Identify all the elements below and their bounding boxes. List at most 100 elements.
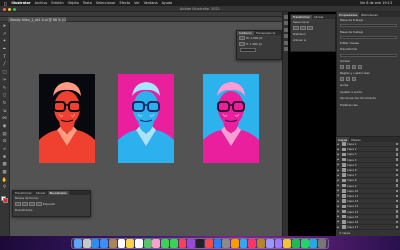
photoshop-icon[interactable] xyxy=(239,239,248,248)
menu-item-edit[interactable]: Edición xyxy=(51,1,63,5)
news-icon[interactable] xyxy=(204,239,213,248)
bridge-icon[interactable] xyxy=(257,239,265,248)
pen-icon[interactable]: ✒ xyxy=(2,47,8,53)
artboard-field[interactable] xyxy=(340,35,397,39)
eyedropper-icon[interactable]: ⊡ xyxy=(2,139,8,145)
podcasts-icon[interactable] xyxy=(187,239,196,248)
brushes-panel-icon[interactable] xyxy=(284,27,288,32)
rectangle-icon[interactable]: □ xyxy=(2,70,8,76)
unite-button[interactable] xyxy=(15,202,21,206)
visibility-eye-icon[interactable]: ◉ xyxy=(336,158,340,161)
visibility-eye-icon[interactable]: ◉ xyxy=(336,226,340,229)
tab-libraries[interactable]: Bibliotecas xyxy=(359,12,379,17)
messages-icon[interactable] xyxy=(161,239,170,248)
expand-button[interactable]: Expandir xyxy=(43,202,55,206)
safari-icon[interactable] xyxy=(91,239,100,248)
artboard-1[interactable] xyxy=(39,74,95,163)
menu-item-select[interactable]: Seleccionar xyxy=(96,1,116,5)
color-panel-icon[interactable] xyxy=(284,14,288,19)
music-icon[interactable] xyxy=(178,239,187,248)
line-icon[interactable]: ╱ xyxy=(2,62,8,68)
visibility-eye-icon[interactable]: ◉ xyxy=(336,184,340,187)
layer-target-icon[interactable] xyxy=(395,225,398,229)
layer-target-icon[interactable] xyxy=(395,179,398,182)
eraser-icon[interactable]: ▯ xyxy=(2,93,8,99)
pencil-icon[interactable]: ✎ xyxy=(2,86,8,92)
rotate-icon[interactable]: ↻ xyxy=(2,101,8,107)
facetime-icon[interactable] xyxy=(169,239,178,248)
brush-icon[interactable]: ✑ xyxy=(2,78,8,84)
maps-icon[interactable] xyxy=(143,239,152,248)
visibility-eye-icon[interactable]: ◉ xyxy=(336,200,340,203)
tab-transform[interactable]: Transformar xyxy=(13,191,34,195)
mail-icon[interactable] xyxy=(100,239,108,248)
menu-item-window[interactable]: Ventana xyxy=(144,1,158,5)
direct-selection-icon[interactable]: ↗ xyxy=(2,32,8,38)
artboard-select[interactable] xyxy=(340,24,397,28)
layer-target-icon[interactable] xyxy=(395,194,398,198)
artboard-icon[interactable]: ▦ xyxy=(2,170,8,176)
indesign-icon[interactable] xyxy=(248,239,257,248)
premiere-icon[interactable] xyxy=(274,239,283,248)
width-icon[interactable]: ⋈ xyxy=(2,116,8,122)
symbols-panel-icon[interactable] xyxy=(284,34,288,38)
shape-builder-icon[interactable]: ◉ xyxy=(2,124,8,130)
layer-target-icon[interactable] xyxy=(395,163,398,167)
gradient-icon[interactable]: ▤ xyxy=(2,132,8,138)
layer-target-icon[interactable] xyxy=(395,148,398,151)
tab-transform[interactable]: Transformar xyxy=(291,15,312,19)
menu-item-view[interactable]: Ver xyxy=(134,1,140,5)
layer-target-icon[interactable] xyxy=(395,173,398,177)
tab-pathfinder[interactable]: Buscatrazos xyxy=(47,191,69,195)
layer-target-icon[interactable] xyxy=(395,215,398,218)
symbol-icon[interactable]: ❀ xyxy=(2,155,8,161)
intersect-button[interactable] xyxy=(29,202,35,206)
notes-icon[interactable] xyxy=(126,239,135,248)
exclude-button[interactable] xyxy=(36,202,42,206)
transform-field[interactable] xyxy=(340,53,397,57)
preferences-button[interactable]: Preferencias xyxy=(337,101,400,107)
visibility-eye-icon[interactable]: ◉ xyxy=(336,205,340,208)
layer-target-icon[interactable] xyxy=(395,142,398,146)
align-center-button[interactable] xyxy=(300,26,306,30)
layer-target-icon[interactable] xyxy=(395,184,398,187)
illustrator-icon[interactable] xyxy=(230,239,239,248)
preferences-icon[interactable] xyxy=(222,239,231,248)
layer-target-icon[interactable] xyxy=(395,158,398,161)
contacts-icon[interactable] xyxy=(108,239,117,248)
tab-stroke[interactable]: Contorno xyxy=(237,31,254,35)
apple-icon[interactable]:  xyxy=(4,1,6,6)
type-icon[interactable]: T xyxy=(2,55,8,61)
menu-item-object[interactable]: Objeto xyxy=(68,1,79,5)
minus-front-button[interactable] xyxy=(22,202,28,206)
visibility-eye-icon[interactable]: ◉ xyxy=(336,143,340,146)
grid-icon[interactable] xyxy=(346,77,350,82)
row-button[interactable] xyxy=(239,42,245,46)
blend-icon[interactable]: ∞ xyxy=(2,147,8,153)
whatsapp-icon[interactable] xyxy=(300,239,309,248)
graph-icon[interactable]: ▩ xyxy=(2,162,8,168)
visibility-eye-icon[interactable]: ◉ xyxy=(336,174,340,177)
app-store-icon[interactable] xyxy=(213,239,222,248)
tab-transparency[interactable]: Transparencia xyxy=(254,31,278,35)
character-panel-icon[interactable] xyxy=(284,47,288,51)
visibility-eye-icon[interactable]: ◉ xyxy=(336,169,340,172)
layer-target-icon[interactable] xyxy=(395,220,398,224)
selection-icon[interactable]: ➤ xyxy=(2,24,8,30)
chrome-icon[interactable] xyxy=(283,239,292,248)
layer-target-icon[interactable] xyxy=(395,168,398,172)
layer-target-icon[interactable] xyxy=(395,210,398,213)
launchpad-icon[interactable] xyxy=(82,239,91,248)
calendar-icon[interactable] xyxy=(117,239,126,248)
row-button[interactable] xyxy=(239,36,245,40)
menu-item-app[interactable]: Illustrator xyxy=(11,1,30,5)
align-icon[interactable] xyxy=(358,64,362,69)
align-icon[interactable] xyxy=(346,64,350,69)
layer-target-icon[interactable] xyxy=(395,153,398,156)
tab-align[interactable]: Alinear xyxy=(312,15,326,19)
after-effects-icon[interactable] xyxy=(265,239,274,248)
align-icon[interactable] xyxy=(352,64,356,69)
photos-icon[interactable] xyxy=(152,239,161,248)
ruler-icon[interactable] xyxy=(340,77,344,82)
reminders-icon[interactable] xyxy=(135,239,143,248)
